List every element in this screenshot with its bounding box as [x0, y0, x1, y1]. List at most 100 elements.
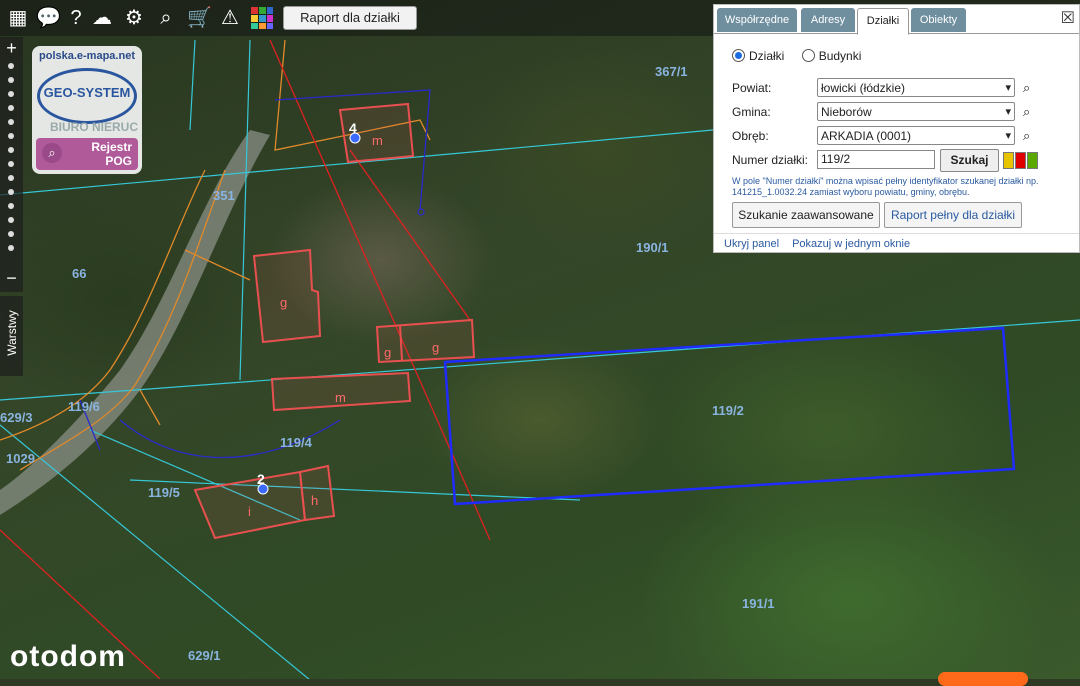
- layers-tab[interactable]: Warstwy: [0, 296, 23, 376]
- zoom-level-dot[interactable]: [8, 231, 14, 237]
- building-label-g: g: [432, 340, 439, 355]
- numer-dzialki-input[interactable]: 119/2: [817, 150, 935, 169]
- parcel-label-629-1: 629/1: [188, 648, 221, 663]
- zoom-level-dot[interactable]: [8, 91, 14, 97]
- zoom-level-dot[interactable]: [8, 245, 14, 251]
- geo-system-logo[interactable]: polska.e-mapa.net GEO-SYSTEM BIURO NIERU…: [32, 46, 142, 174]
- zoom-level-dot[interactable]: [8, 217, 14, 223]
- rejestr-pog-button[interactable]: ⌕ Rejestr POG: [36, 138, 138, 170]
- search-map-icon[interactable]: ⌕: [154, 6, 178, 30]
- gmina-select[interactable]: Nieborów ▾: [817, 102, 1015, 121]
- chevron-down-icon: ▾: [1005, 82, 1011, 94]
- layout-icon[interactable]: ▦: [6, 6, 30, 30]
- parcel-label-367-1: 367/1: [655, 64, 688, 79]
- chevron-down-icon: ▾: [1005, 130, 1011, 142]
- obreb-label: Obręb:: [732, 129, 769, 143]
- one-window-link[interactable]: Pokazuj w jednym oknie: [792, 238, 910, 250]
- parcel-label-119-2: 119/2: [712, 403, 744, 418]
- zoom-level-dot[interactable]: [8, 133, 14, 139]
- color-swatch-yellow[interactable]: [1003, 152, 1014, 169]
- building-label-h: h: [311, 493, 318, 508]
- obreb-value: ARKADIA (0001): [821, 129, 912, 143]
- zoom-level-dot[interactable]: [8, 203, 14, 209]
- color-swatch-green[interactable]: [1027, 152, 1038, 169]
- powiat-value: łowicki (łódzkie): [821, 81, 906, 95]
- close-icon[interactable]: ☒: [1061, 8, 1075, 28]
- logo-brand-sub: BIURO NIERUC: [50, 120, 139, 134]
- radio-budynki[interactable]: [801, 49, 815, 62]
- chevron-down-icon: ▾: [1005, 106, 1011, 118]
- zoom-level-dot[interactable]: [8, 147, 14, 153]
- radio-budynki-label: Budynki: [818, 49, 862, 63]
- survey-point-small: [417, 208, 425, 216]
- parcel-label-190-1: 190/1: [636, 240, 669, 255]
- pog-label: POG: [105, 154, 132, 168]
- hide-panel-link[interactable]: Ukryj panel: [724, 238, 779, 250]
- cart-icon[interactable]: 🛒: [187, 6, 212, 30]
- numer-label: Numer działki:: [732, 153, 809, 167]
- parcel-label-191-1: 191/1: [742, 596, 775, 611]
- point-label-2: 2: [257, 471, 265, 487]
- zoom-level-dot[interactable]: [8, 175, 14, 181]
- gmina-label: Gmina:: [732, 105, 771, 119]
- zoom-level-dot[interactable]: [8, 77, 14, 83]
- zoom-level-dot[interactable]: [8, 161, 14, 167]
- raport-button[interactable]: Raport dla działki: [283, 6, 417, 30]
- tab-wspolrzedne[interactable]: Współrzędne: [717, 8, 797, 32]
- magnifier-icon: ⌕: [42, 143, 62, 163]
- parcel-label-351: 351: [213, 188, 235, 203]
- powiat-select[interactable]: łowicki (łódzkie) ▾: [817, 78, 1015, 97]
- search-icon[interactable]: ⌕: [1023, 81, 1037, 95]
- globe-logo-icon: GEO-SYSTEM: [37, 68, 137, 124]
- powiat-label: Powiat:: [732, 81, 772, 95]
- obreb-select[interactable]: ARKADIA (0001) ▾: [817, 126, 1015, 145]
- zoom-level-dot[interactable]: [8, 63, 14, 69]
- otodom-watermark: otodom: [10, 640, 126, 673]
- panel-tabs: Współrzędne Adresy Działki Obiekty ☒: [714, 5, 1079, 35]
- parcel-label-66: 66: [72, 266, 86, 281]
- search-type-radios: Działki Budynki: [732, 49, 861, 63]
- parcel-label-1029: 1029: [6, 451, 35, 466]
- search-icon[interactable]: ⌕: [1023, 105, 1037, 119]
- parcel-label-629-3: 629/3: [0, 410, 33, 425]
- full-report-button[interactable]: Raport pełny dla działki: [884, 202, 1022, 228]
- orange-button-edge[interactable]: [938, 672, 1028, 686]
- gmina-value: Nieborów: [821, 105, 872, 119]
- logo-url: polska.e-mapa.net: [39, 50, 135, 62]
- building-label-m: m: [335, 390, 346, 405]
- building-label-g: g: [280, 295, 287, 310]
- rejestr-label: Rejestr: [91, 140, 132, 154]
- tab-adresy[interactable]: Adresy: [801, 8, 855, 32]
- point-label-4: 4: [349, 120, 357, 136]
- zoom-level-dot[interactable]: [8, 105, 14, 111]
- parcel-label-119-5: 119/5: [148, 485, 180, 500]
- search-icon[interactable]: ⌕: [1023, 129, 1037, 143]
- search-panel: Współrzędne Adresy Działki Obiekty ☒ Dzi…: [713, 4, 1080, 253]
- tab-dzialki[interactable]: Działki: [857, 8, 909, 35]
- color-swatch-red[interactable]: [1015, 152, 1026, 169]
- parcel-label-119-4: 119/4: [280, 435, 313, 450]
- building-label-m: m: [372, 133, 383, 148]
- parcel-label-119-6: 119/6: [68, 399, 100, 414]
- advanced-search-button[interactable]: Szukanie zaawansowane: [732, 202, 880, 228]
- radio-dzialki[interactable]: [732, 49, 745, 62]
- zoom-level-dot[interactable]: [8, 189, 14, 195]
- warning-icon[interactable]: ⚠: [218, 6, 242, 30]
- panel-footer: Ukryj panel Pokazuj w jednym oknie: [714, 233, 1079, 254]
- building-label-i: i: [248, 504, 251, 519]
- search-hint: W pole "Numer działki" można wpisać pełn…: [732, 176, 1039, 197]
- chat-icon[interactable]: 💬: [36, 6, 61, 30]
- zoom-level-dot[interactable]: [8, 119, 14, 125]
- color-grid-icon[interactable]: [250, 6, 274, 30]
- radio-dzialki-label: Działki: [749, 49, 785, 63]
- cloud-upload-icon[interactable]: ☁: [90, 6, 114, 30]
- zoom-in-button[interactable]: +: [0, 39, 23, 57]
- zoom-bar: + −: [0, 37, 23, 292]
- tab-obiekty[interactable]: Obiekty: [911, 8, 966, 32]
- layers-label: Warstwy: [5, 310, 19, 356]
- szukaj-button[interactable]: Szukaj: [940, 149, 999, 172]
- help-icon[interactable]: ?: [64, 6, 88, 30]
- zoom-out-button[interactable]: −: [0, 269, 23, 287]
- logo-brand: GEO-SYSTEM: [43, 85, 131, 100]
- gears-icon[interactable]: ⚙: [122, 6, 146, 30]
